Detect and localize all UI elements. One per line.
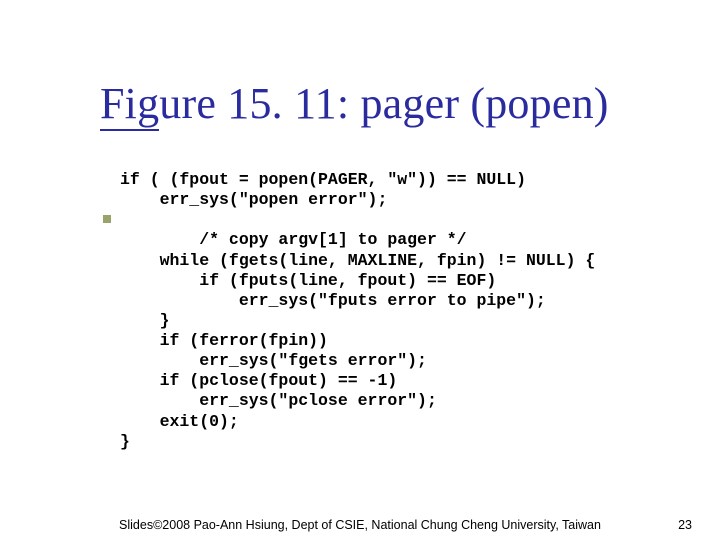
title-rest: ure 15. 11: pager (popen): [159, 79, 608, 128]
bullet-icon: [103, 215, 111, 223]
slide: Figure 15. 11: pager (popen) if ( (fpout…: [0, 0, 720, 540]
code-block: if ( (fpout = popen(PAGER, "w")) == NULL…: [120, 170, 680, 452]
page-number: 23: [678, 518, 692, 532]
title-underline-part: Fig: [100, 79, 159, 131]
slide-title: Figure 15. 11: pager (popen): [100, 78, 609, 129]
footer-credits: Slides©2008 Pao-Ann Hsiung, Dept of CSIE…: [0, 518, 720, 532]
